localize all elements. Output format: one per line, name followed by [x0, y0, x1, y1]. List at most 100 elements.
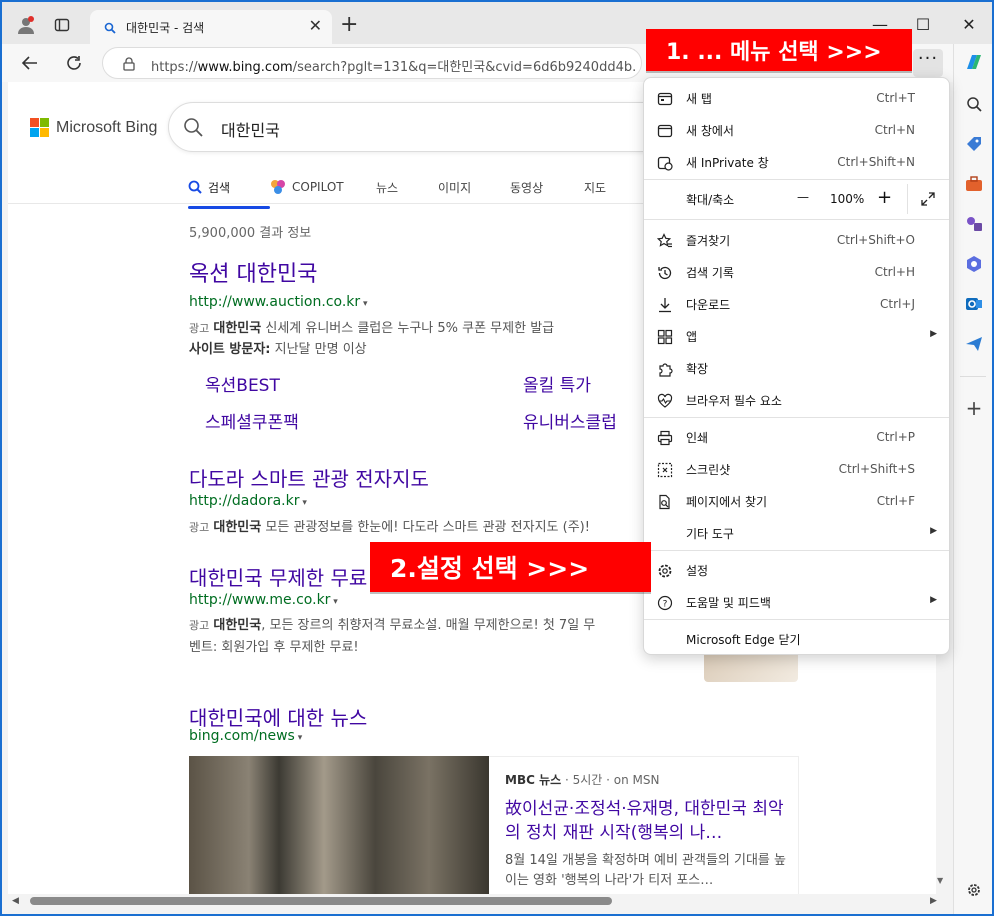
- result-visitors: 사이트 방문자: 지난달 만명 이상: [189, 342, 367, 357]
- menu-item-settings[interactable]: 설정: [644, 555, 949, 585]
- menu-item-new-tab[interactable]: 새 탭 Ctrl+T: [644, 83, 949, 113]
- menu-item-apps[interactable]: 앱 ▶: [644, 321, 949, 351]
- menu-item-browser-essentials[interactable]: 브라우저 필수 요소: [644, 385, 949, 415]
- chevron-right-icon: ▶: [930, 595, 937, 605]
- menu-item-favorites[interactable]: 즐겨찾기 Ctrl+Shift+O: [644, 225, 949, 255]
- close-tab-icon[interactable]: ✕: [309, 16, 322, 35]
- result-title[interactable]: 다도라 스마트 관광 전자지도: [189, 463, 429, 492]
- result-title[interactable]: 옥션 대한민국: [189, 256, 317, 288]
- chevron-right-icon: ▶: [930, 526, 937, 536]
- news-heading[interactable]: 대한민국에 대한 뉴스: [189, 702, 367, 731]
- microsoft365-icon[interactable]: [962, 252, 986, 276]
- result-description: 광고 대한민국 모든 관광정보를 한눈에! 다도라 스마트 관광 전자지도 (주…: [189, 520, 590, 535]
- sitelink[interactable]: 스페셜쿠폰팩: [205, 408, 299, 433]
- tools-briefcase-icon[interactable]: [962, 172, 986, 196]
- search-icon[interactable]: [183, 117, 203, 141]
- result-title[interactable]: 대한민국 무제한 무료: [189, 562, 367, 591]
- news-source-url: bing.com/news: [189, 728, 302, 744]
- shopping-tag-icon[interactable]: [962, 132, 986, 156]
- logo-text: Microsoft Bing: [56, 118, 158, 136]
- zoom-divider: [907, 184, 908, 214]
- menu-separator: [644, 417, 949, 418]
- result-url[interactable]: http://dadora.kr: [189, 493, 307, 509]
- new-window-icon: [656, 122, 674, 140]
- result-url[interactable]: http://www.auction.co.kr: [189, 294, 368, 310]
- search-query: 대한민국: [221, 121, 280, 140]
- browser-window: 대한민국 - 검색 ✕ + — ☐ ✕ https://www.bing.com…: [2, 2, 992, 914]
- scroll-left-icon[interactable]: ◀: [12, 896, 19, 906]
- more-menu: 새 탭 Ctrl+T 새 창에서 Ctrl+N 새 InPrivate 창 Ctrl+…: [643, 77, 950, 655]
- tab-maps[interactable]: 지도: [584, 174, 644, 200]
- tab-actions-icon[interactable]: [48, 12, 76, 38]
- bing-nav-tabs: 검색 COPILOT 뉴스 이미지 동영상 지도: [188, 174, 644, 209]
- svg-text:?: ?: [663, 600, 668, 610]
- close-window-icon[interactable]: ✕: [946, 12, 992, 36]
- edge-sidebar: +: [953, 44, 992, 914]
- menu-item-help-feedback[interactable]: ? 도움말 및 피드백 ▶: [644, 587, 949, 617]
- sidebar-settings-icon[interactable]: [962, 878, 986, 902]
- address-bar[interactable]: https://www.bing.com/search?pglt=131&q=대…: [102, 47, 642, 79]
- heartbeat-icon: [656, 392, 674, 410]
- result-description-line2: 벤트: 회원가입 후 무제한 무료!: [189, 640, 359, 655]
- more-menu-button[interactable]: ···: [913, 49, 943, 77]
- menu-separator: [644, 219, 949, 220]
- scroll-right-icon[interactable]: ▶: [930, 896, 937, 906]
- news-headline[interactable]: 故이선균·조정석·유재명, 대한민국 최악의 정치 재판 시작(행복의 나…: [505, 797, 785, 845]
- back-icon[interactable]: [16, 50, 44, 76]
- tab-copilot[interactable]: COPILOT: [270, 174, 376, 200]
- microsoft-logo-icon: [30, 118, 49, 137]
- copilot-icon[interactable]: [962, 50, 986, 74]
- news-card[interactable]: MBC 뉴스 · 5시간 · on MSN 故이선균·조정석·유재명, 대한민국…: [489, 756, 799, 896]
- result-count: 5,900,000 결과 정보: [189, 226, 312, 241]
- lock-icon[interactable]: [123, 56, 135, 75]
- tab-search[interactable]: 검색: [188, 174, 270, 209]
- menu-item-history[interactable]: 검색 기록 Ctrl+H: [644, 257, 949, 287]
- sitelink[interactable]: 유니버스클럽: [523, 408, 617, 433]
- help-icon: ?: [656, 594, 674, 612]
- menu-separator: [644, 550, 949, 551]
- tab-videos[interactable]: 동영상: [510, 174, 584, 200]
- menu-item-close-edge[interactable]: Microsoft Edge 닫기: [644, 624, 949, 654]
- refresh-icon[interactable]: [60, 50, 88, 76]
- find-icon: [656, 493, 674, 511]
- screenshot-icon: [656, 461, 674, 479]
- fullscreen-icon[interactable]: [920, 191, 936, 211]
- add-sidebar-app-icon[interactable]: +: [962, 396, 986, 420]
- scroll-down-icon[interactable]: ▼: [937, 876, 943, 885]
- menu-item-print[interactable]: 인쇄 Ctrl+P: [644, 422, 949, 452]
- outlook-icon[interactable]: [962, 292, 986, 316]
- print-icon: [656, 429, 674, 447]
- active-tab[interactable]: 대한민국 - 검색 ✕: [90, 10, 332, 44]
- download-icon: [656, 296, 674, 314]
- horizontal-scroll-thumb[interactable]: [30, 897, 612, 905]
- new-tab-icon[interactable]: +: [340, 14, 358, 36]
- games-icon[interactable]: [962, 212, 986, 236]
- menu-item-find-on-page[interactable]: 페이지에서 찾기 Ctrl+F: [644, 486, 949, 516]
- result-description: 광고 대한민국 신세계 유니버스 클럽은 누구나 5% 쿠폰 무제한 발급: [189, 321, 555, 336]
- tab-title: 대한민국 - 검색: [126, 21, 205, 35]
- menu-item-screenshot[interactable]: 스크린샷 Ctrl+Shift+S: [644, 454, 949, 484]
- search-box[interactable]: 대한민국: [168, 102, 668, 152]
- send-icon[interactable]: [962, 332, 986, 356]
- search-icon[interactable]: [962, 92, 986, 116]
- zoom-in-button[interactable]: +: [877, 187, 892, 208]
- zoom-out-button[interactable]: —: [797, 190, 809, 204]
- result-description: 광고 대한민국, 모든 장르의 취향저격 무료소설. 매월 무제한으로! 첫 7…: [189, 618, 596, 633]
- menu-item-inprivate[interactable]: 새 InPrivate 창 Ctrl+Shift+N: [644, 147, 949, 177]
- sidebar-divider: [960, 376, 986, 377]
- tab-images[interactable]: 이미지: [438, 174, 510, 200]
- bing-logo[interactable]: Microsoft Bing: [30, 118, 157, 137]
- news-image[interactable]: [189, 756, 489, 896]
- sitelink[interactable]: 옥션BEST: [205, 371, 280, 396]
- menu-item-new-window[interactable]: 새 창에서 Ctrl+N: [644, 115, 949, 145]
- menu-item-downloads[interactable]: 다운로드 Ctrl+J: [644, 289, 949, 319]
- result-url[interactable]: http://www.me.co.kr: [189, 592, 338, 608]
- profile-icon[interactable]: [12, 12, 40, 38]
- tab-news[interactable]: 뉴스: [376, 174, 438, 200]
- favorites-icon: [656, 232, 674, 250]
- sitelink[interactable]: 올킬 특가: [523, 371, 591, 396]
- menu-item-extensions[interactable]: 확장: [644, 353, 949, 383]
- zoom-label: 확대/축소: [686, 193, 735, 207]
- menu-item-more-tools[interactable]: 기타 도구 ▶: [644, 518, 949, 548]
- apps-icon: [656, 328, 674, 346]
